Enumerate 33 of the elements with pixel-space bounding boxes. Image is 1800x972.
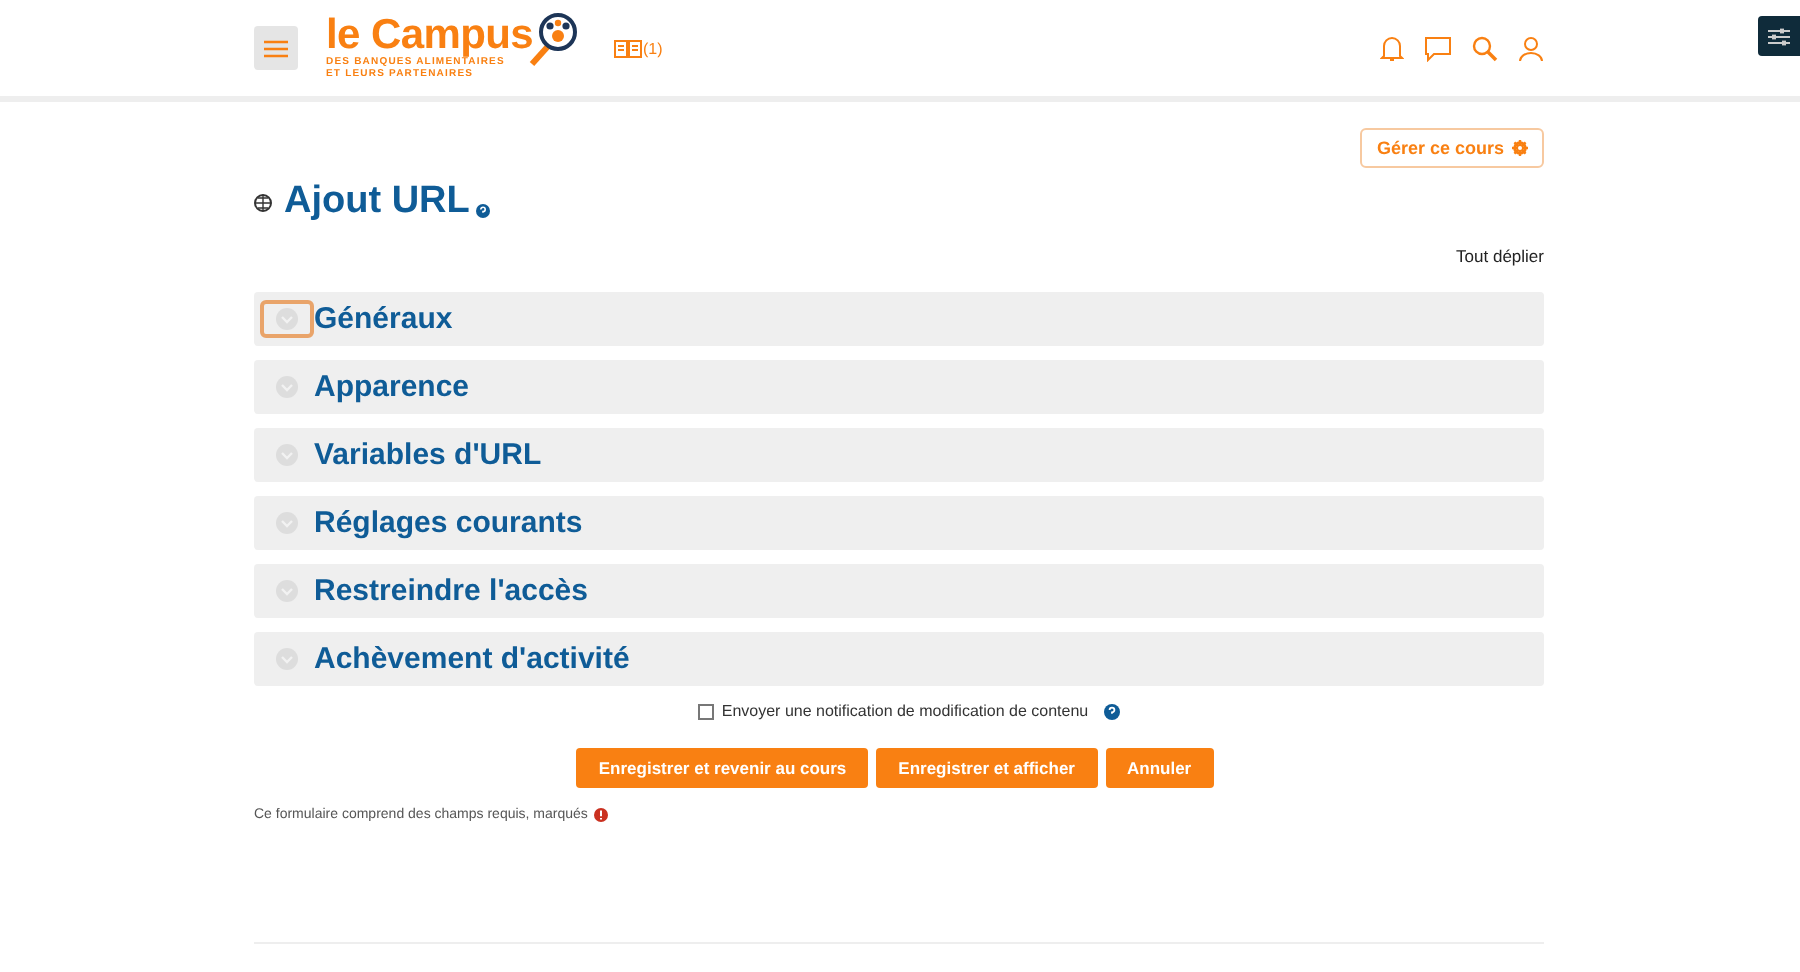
- section-title: Généraux: [314, 302, 453, 336]
- section-title: Réglages courants: [314, 506, 583, 540]
- chat-icon[interactable]: [1424, 35, 1452, 61]
- expand-all-link[interactable]: Tout déplier: [1456, 246, 1544, 266]
- section-header[interactable]: Généraux: [254, 292, 1544, 346]
- gear-icon: [1512, 140, 1528, 156]
- user-icon[interactable]: [1518, 35, 1544, 61]
- section-header[interactable]: Variables d'URL: [254, 428, 1544, 482]
- search-icon[interactable]: [1472, 35, 1498, 61]
- item-count: (1): [643, 39, 663, 57]
- section-title: Achèvement d'activité: [314, 642, 630, 676]
- required-icon: [593, 808, 608, 822]
- section-title: Restreindre l'accès: [314, 574, 588, 608]
- menu-icon: [264, 39, 288, 57]
- page-title: Ajout URL: [284, 180, 470, 224]
- menu-button[interactable]: [254, 26, 298, 70]
- help-icon[interactable]: [475, 204, 490, 218]
- section-title: Apparence: [314, 370, 470, 404]
- section-title: Variables d'URL: [314, 438, 542, 472]
- globe-icon: [254, 193, 272, 211]
- section-header[interactable]: Achèvement d'activité: [254, 632, 1544, 686]
- settings-button[interactable]: [1758, 16, 1800, 56]
- logo-title: le Campus: [326, 16, 533, 56]
- sliders-icon: [1768, 27, 1790, 45]
- section-header[interactable]: Restreindre l'accès: [254, 564, 1544, 618]
- help-icon[interactable]: [1104, 703, 1121, 719]
- section-header[interactable]: Apparence: [254, 360, 1544, 414]
- collapse-toggle[interactable]: [260, 300, 314, 338]
- book-icon[interactable]: [613, 39, 641, 57]
- bell-icon[interactable]: [1380, 34, 1404, 62]
- checkbox-label: Envoyer une notification de modification de contenu: [721, 702, 1089, 720]
- checkbox[interactable]: [697, 703, 714, 719]
- section-header[interactable]: Réglages courants: [254, 496, 1544, 550]
